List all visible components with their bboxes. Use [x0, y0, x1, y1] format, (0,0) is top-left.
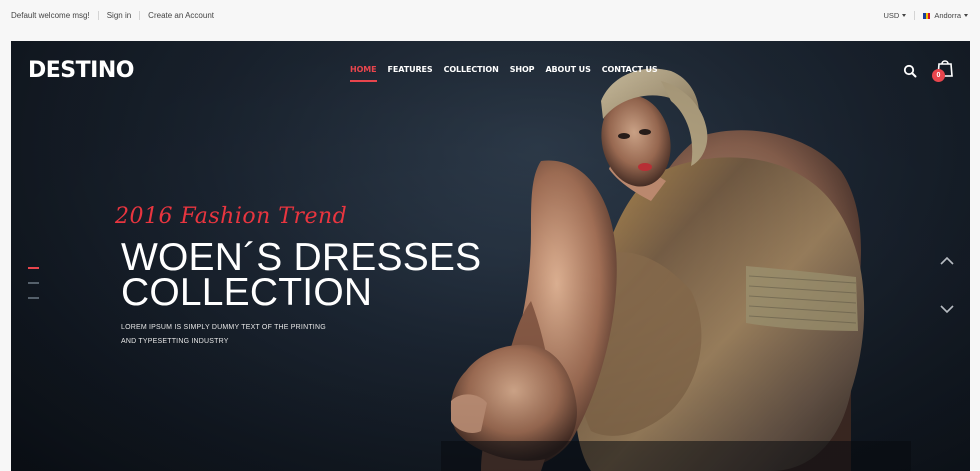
currency-label: USD [883, 11, 900, 20]
divider [139, 11, 141, 20]
nav-item-about-us[interactable]: ABOUT US [545, 65, 590, 74]
hero-description-line: AND TYPESETTING INDUSTRY [121, 338, 229, 345]
nav-item-home[interactable]: HOME [350, 65, 377, 82]
hero-tagline: 2016 Fashion Trend [115, 204, 348, 229]
slider-dot[interactable] [28, 297, 39, 299]
chevron-down-icon[interactable] [940, 303, 954, 315]
top-bar: Default welcome msg! Sign in Create an A… [0, 0, 980, 34]
site-logo[interactable]: DESTINO [28, 58, 134, 83]
currency-dropdown[interactable]: USD [883, 11, 907, 20]
hero-description-line: LOREM IPSUM IS SIMPLY DUMMY TEXT OF THE … [121, 324, 326, 331]
nav-item-features[interactable]: FEATURES [388, 65, 433, 74]
create-account-link[interactable]: Create an Account [148, 11, 214, 20]
cart-count-badge: 0 [932, 69, 945, 82]
hero-slider: DESTINO HOME FEATURES COLLECTION SHOP AB… [11, 41, 970, 471]
country-dropdown[interactable]: Andorra [923, 11, 968, 20]
hero-headline-line: WOEN´S DRESSES [121, 236, 482, 279]
caret-down-icon [964, 14, 968, 17]
nav-item-contact-us[interactable]: CONTACT US [602, 65, 658, 74]
hero-description: LOREM IPSUM IS SIMPLY DUMMY TEXT OF THE … [121, 321, 361, 349]
welcome-message: Default welcome msg! [11, 11, 90, 20]
divider [97, 11, 99, 20]
sign-in-link[interactable]: Sign in [107, 11, 131, 20]
hero-headline-line: COLLECTION [121, 271, 373, 314]
hero-headline: WOEN´S DRESSES COLLECTION [121, 236, 482, 314]
logo-text: DESTINO [28, 58, 134, 83]
chevron-up-icon[interactable] [940, 255, 954, 267]
search-icon[interactable] [903, 64, 917, 78]
country-label: Andorra [934, 11, 961, 20]
account-links: Default welcome msg! Sign in Create an A… [11, 11, 214, 20]
main-nav: HOME FEATURES COLLECTION SHOP ABOUT US C… [350, 65, 669, 82]
slider-dot[interactable] [28, 267, 39, 269]
flag-icon [923, 12, 931, 19]
divider [914, 11, 916, 20]
nav-item-collection[interactable]: COLLECTION [444, 65, 499, 74]
nav-item-shop[interactable]: SHOP [510, 65, 535, 74]
slider-pagination [28, 267, 39, 312]
slider-dot[interactable] [28, 282, 39, 284]
caret-down-icon [902, 14, 907, 17]
locale-switchers: USD Andorra [883, 11, 968, 20]
